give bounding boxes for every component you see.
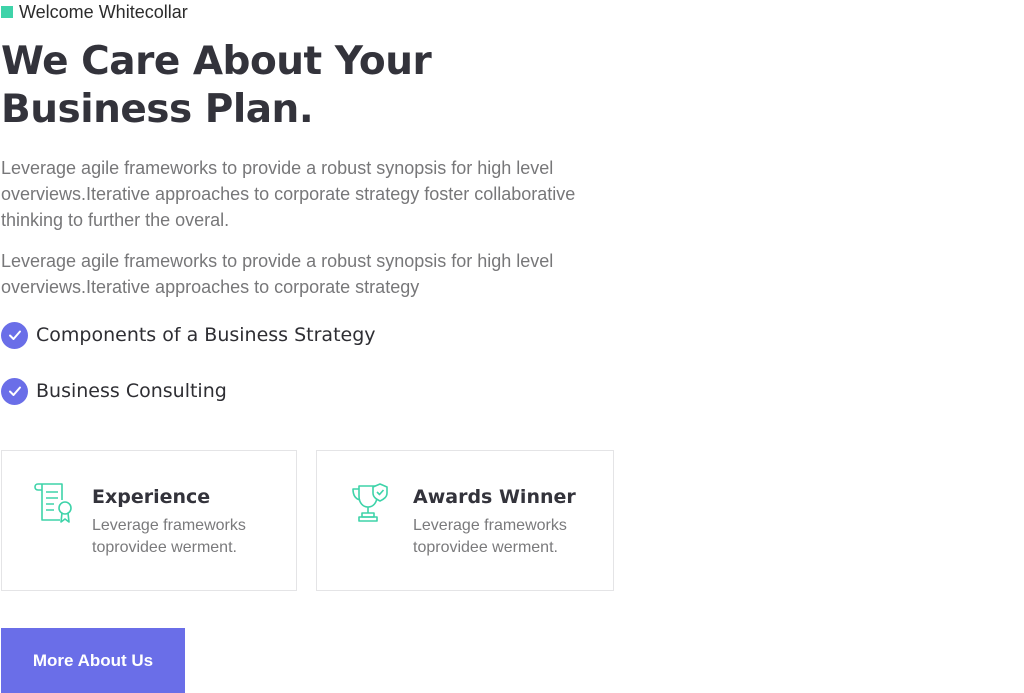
page-title: We Care About Your Business Plan.	[1, 38, 521, 134]
card-text: Leverage frameworks toprovidee werment.	[413, 517, 567, 556]
checklist-item-label: Components of a Business Strategy	[36, 324, 376, 346]
checklist-item: Components of a Business Strategy	[1, 321, 376, 349]
checklist-item: Business Consulting	[1, 377, 227, 405]
feature-card-experience: Experience Leverage frameworks toprovide…	[1, 450, 297, 591]
check-circle-icon	[1, 321, 28, 349]
certificate-icon	[32, 480, 76, 524]
intro-paragraph-1: Leverage agile frameworks to provide a r…	[1, 158, 576, 230]
more-about-us-button[interactable]: More About Us	[1, 628, 185, 693]
title-line-2: Business Plan.	[1, 87, 314, 132]
card-text: Leverage frameworks toprovidee werment.	[92, 517, 246, 556]
title-line-1: We Care About Your	[1, 39, 432, 84]
eyebrow-label: Welcome Whitecollar	[19, 1, 188, 22]
trophy-icon	[347, 480, 391, 524]
eyebrow-square-icon	[1, 6, 13, 18]
checklist-item-label: Business Consulting	[36, 380, 227, 402]
card-title: Experience	[92, 486, 211, 508]
intro-paragraph-2: Leverage agile frameworks to provide a r…	[1, 251, 554, 297]
welcome-eyebrow: Welcome Whitecollar	[1, 1, 188, 23]
card-title: Awards Winner	[413, 486, 576, 508]
feature-card-awards: Awards Winner Leverage frameworks toprov…	[316, 450, 614, 591]
check-circle-icon	[1, 377, 28, 405]
